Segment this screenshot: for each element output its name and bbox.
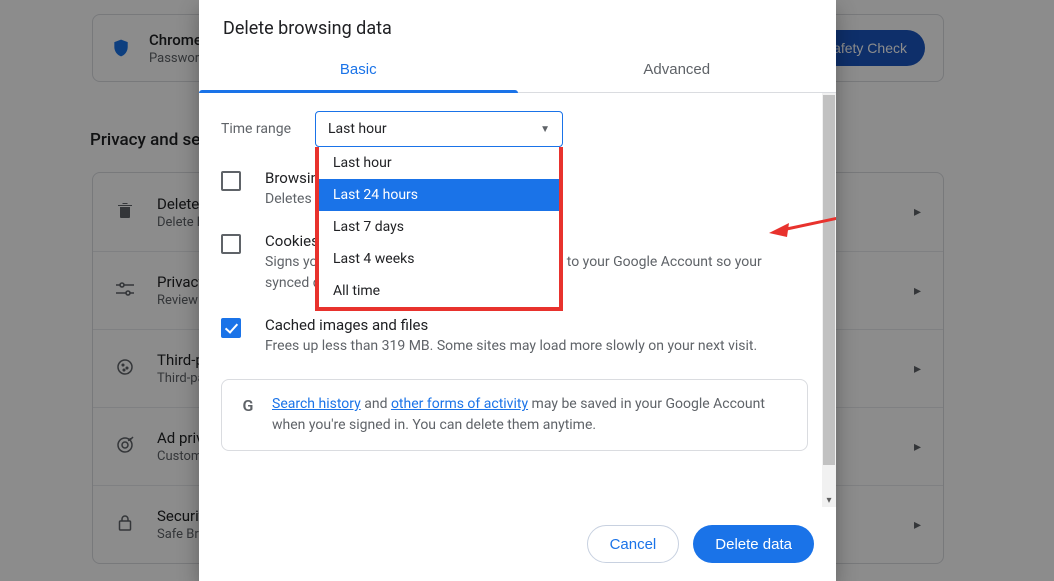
dialog-body: Time range Last hour ▼ Last hour Last 24… <box>199 93 836 507</box>
google-account-info: G Search history and other forms of acti… <box>221 379 808 451</box>
checkbox-cookies[interactable] <box>221 234 241 254</box>
delete-data-button[interactable]: Delete data <box>693 525 814 563</box>
other-activity-link[interactable]: other forms of activity <box>391 396 528 412</box>
time-option-last-4-weeks[interactable]: Last 4 weeks <box>319 243 559 275</box>
option-cached-images: Cached images and files Frees up less th… <box>221 316 808 357</box>
google-logo-icon: G <box>238 394 258 414</box>
option-title: Cached images and files <box>265 316 808 334</box>
scrollbar[interactable]: ▾ <box>822 93 836 507</box>
cancel-button[interactable]: Cancel <box>587 525 680 563</box>
delete-browsing-data-dialog: Delete browsing data Basic Advanced Time… <box>199 0 836 581</box>
checkbox-browsing-history[interactable] <box>221 171 241 191</box>
time-option-last-hour[interactable]: Last hour <box>319 147 559 179</box>
search-history-link[interactable]: Search history <box>272 396 361 412</box>
option-sub: Frees up less than 319 MB. Some sites ma… <box>265 336 808 357</box>
time-range-selected-value: Last hour <box>328 121 387 137</box>
tab-advanced[interactable]: Advanced <box>518 49 837 92</box>
time-option-all-time[interactable]: All time <box>319 275 559 307</box>
time-range-label: Time range <box>221 121 315 137</box>
time-range-dropdown: Last hour Last 24 hours Last 7 days Last… <box>315 147 563 311</box>
dialog-tabs: Basic Advanced <box>199 49 836 93</box>
dialog-title: Delete browsing data <box>199 0 836 49</box>
chevron-down-icon: ▼ <box>540 124 550 135</box>
scrollbar-thumb[interactable] <box>823 95 835 465</box>
dialog-footer: Cancel Delete data <box>199 507 836 581</box>
info-text: Search history and other forms of activi… <box>272 394 791 436</box>
time-option-last-7-days[interactable]: Last 7 days <box>319 211 559 243</box>
tab-basic[interactable]: Basic <box>199 49 518 92</box>
scrollbar-down-icon[interactable]: ▾ <box>822 493 836 507</box>
checkbox-cached-images[interactable] <box>221 318 241 338</box>
time-range-select[interactable]: Last hour ▼ <box>315 111 563 147</box>
time-option-last-24-hours[interactable]: Last 24 hours <box>319 179 559 211</box>
